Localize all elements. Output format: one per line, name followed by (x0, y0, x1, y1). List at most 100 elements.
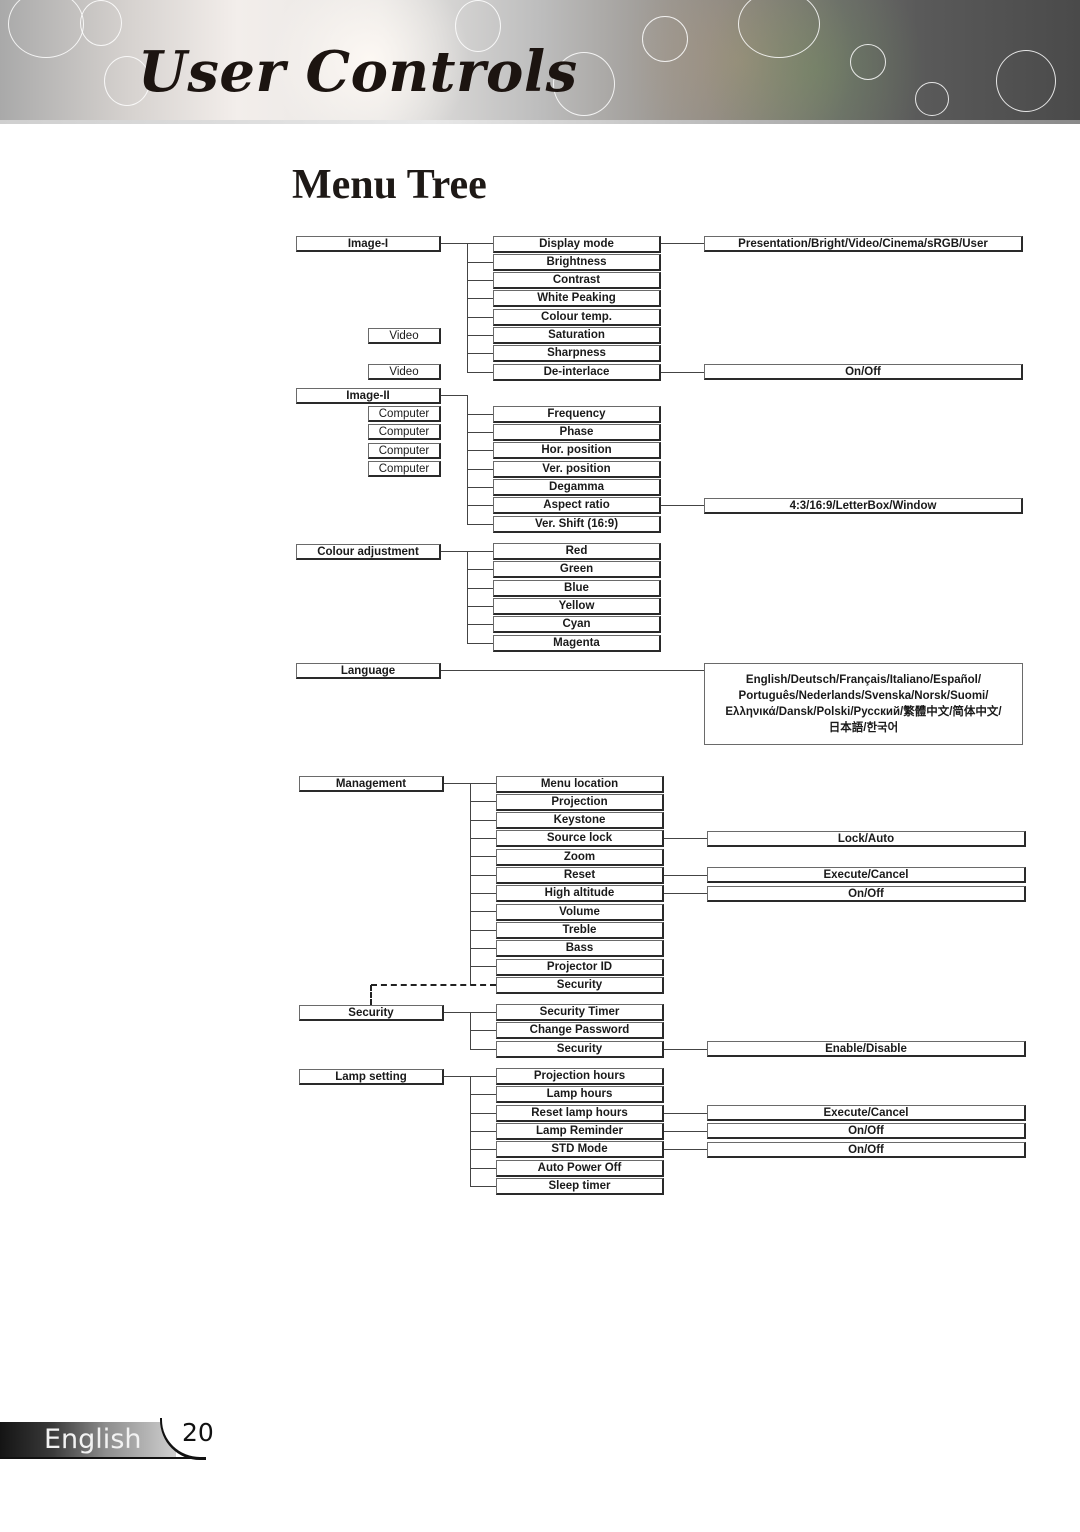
connector (470, 911, 496, 912)
menu-item-bass[interactable]: Bass (496, 940, 664, 957)
menu-colour-adjustment[interactable]: Colour adjustment (296, 544, 441, 560)
connector (470, 948, 496, 949)
menu-item-phase[interactable]: Phase (493, 424, 661, 441)
menu-item-blue[interactable]: Blue (493, 580, 661, 597)
banner-strip (0, 120, 1080, 124)
page-title: Menu Tree (292, 162, 487, 208)
connector (470, 856, 496, 857)
menu-item-security-timer[interactable]: Security Timer (496, 1004, 664, 1021)
connector (470, 1186, 496, 1187)
connector (467, 606, 493, 607)
menu-item-volume[interactable]: Volume (496, 904, 664, 921)
menu-item-brightness[interactable]: Brightness (493, 254, 661, 271)
option-de-interlace: On/Off (704, 364, 1023, 380)
header-banner: User Controls (0, 0, 1080, 124)
menu-security[interactable]: Security (299, 1005, 444, 1021)
connector (467, 353, 493, 354)
connector (467, 569, 493, 570)
menu-item-treble[interactable]: Treble (496, 922, 664, 939)
menu-item-security-toggle[interactable]: Security (496, 1041, 664, 1058)
menu-item-display-mode[interactable]: Display mode (493, 236, 661, 253)
option-source-lock: Lock/Auto (707, 831, 1026, 847)
connector (661, 243, 704, 244)
menu-item-ver-position[interactable]: Ver. position (493, 461, 661, 478)
menu-item-source-lock[interactable]: Source lock (496, 830, 664, 847)
option-display-mode: Presentation/Bright/Video/Cinema/sRGB/Us… (704, 236, 1023, 252)
connector (467, 643, 493, 644)
menu-item-aspect-ratio[interactable]: Aspect ratio (493, 497, 661, 514)
connector (470, 838, 496, 839)
connector (664, 1049, 707, 1050)
menu-item-green[interactable]: Green (493, 561, 661, 578)
menu-item-white-peaking[interactable]: White Peaking (493, 290, 661, 307)
menu-item-high-altitude[interactable]: High altitude (496, 885, 664, 902)
menu-item-red[interactable]: Red (493, 543, 661, 560)
menu-management[interactable]: Management (299, 776, 444, 792)
decorative-circle (996, 50, 1056, 112)
menu-item-cyan[interactable]: Cyan (493, 616, 661, 633)
menu-item-auto-power-off[interactable]: Auto Power Off (496, 1160, 664, 1177)
menu-item-reset[interactable]: Reset (496, 867, 664, 884)
connector (467, 588, 493, 589)
connector (467, 372, 493, 373)
menu-item-zoom[interactable]: Zoom (496, 849, 664, 866)
menu-item-ver-shift[interactable]: Ver. Shift (16:9) (493, 516, 661, 533)
menu-item-reset-lamp-hours[interactable]: Reset lamp hours (496, 1105, 664, 1122)
connector (470, 930, 496, 931)
menu-item-saturation[interactable]: Saturation (493, 327, 661, 344)
decorative-circle (80, 0, 122, 46)
source-tag-computer: Computer (368, 406, 441, 422)
menu-item-sleep-timer[interactable]: Sleep timer (496, 1178, 664, 1195)
menu-item-keystone[interactable]: Keystone (496, 812, 664, 829)
menu-lamp-setting[interactable]: Lamp setting (299, 1069, 444, 1085)
menu-image-1[interactable]: Image-I (296, 236, 441, 252)
connector (661, 372, 704, 373)
menu-item-de-interlace[interactable]: De-interlace (493, 364, 661, 381)
source-tag-computer: Computer (368, 424, 441, 440)
language-line: 日本語/한국어 (828, 722, 899, 734)
connector (470, 1030, 496, 1031)
connector (470, 875, 496, 876)
connector (470, 893, 496, 894)
connector (467, 524, 493, 525)
connector (664, 893, 707, 894)
menu-item-security[interactable]: Security (496, 977, 664, 994)
connector (467, 280, 493, 281)
menu-item-lamp-hours[interactable]: Lamp hours (496, 1086, 664, 1103)
language-line: Português/Nederlands/Svenska/Norsk/Suomi… (738, 690, 989, 702)
menu-item-projector-id[interactable]: Projector ID (496, 959, 664, 976)
dashed-connector (370, 985, 372, 1005)
menu-item-projection-hours[interactable]: Projection hours (496, 1068, 664, 1085)
menu-item-projection[interactable]: Projection (496, 794, 664, 811)
source-tag-computer: Computer (368, 461, 441, 477)
connector (470, 1149, 496, 1150)
option-language-list: English/Deutsch/Français/Italiano/Españo… (704, 663, 1023, 745)
connector (467, 624, 493, 625)
menu-item-sharpness[interactable]: Sharpness (493, 345, 661, 362)
menu-item-change-password[interactable]: Change Password (496, 1022, 664, 1039)
source-tag-computer: Computer (368, 443, 441, 459)
footer-rule (0, 1457, 205, 1459)
menu-item-yellow[interactable]: Yellow (493, 598, 661, 615)
menu-item-hor-position[interactable]: Hor. position (493, 442, 661, 459)
footer-language-label: English (44, 1424, 142, 1455)
menu-item-colour-temp[interactable]: Colour temp. (493, 309, 661, 326)
decorative-circle (915, 82, 949, 116)
menu-item-menu-location[interactable]: Menu location (496, 776, 664, 793)
connector (467, 505, 493, 506)
menu-item-degamma[interactable]: Degamma (493, 479, 661, 496)
menu-image-2[interactable]: Image-II (296, 388, 441, 404)
connector (470, 783, 471, 985)
menu-item-contrast[interactable]: Contrast (493, 272, 661, 289)
menu-item-frequency[interactable]: Frequency (493, 406, 661, 423)
connector (470, 1049, 496, 1050)
dashed-connector (371, 984, 496, 986)
menu-item-magenta[interactable]: Magenta (493, 635, 661, 652)
connector (467, 317, 493, 318)
language-line: English/Deutsch/Français/Italiano/Españo… (745, 674, 982, 686)
menu-item-lamp-reminder[interactable]: Lamp Reminder (496, 1123, 664, 1140)
connector (441, 395, 467, 396)
menu-item-std-mode[interactable]: STD Mode (496, 1141, 664, 1158)
option-reset: Execute/Cancel (707, 867, 1026, 883)
menu-language[interactable]: Language (296, 663, 441, 679)
